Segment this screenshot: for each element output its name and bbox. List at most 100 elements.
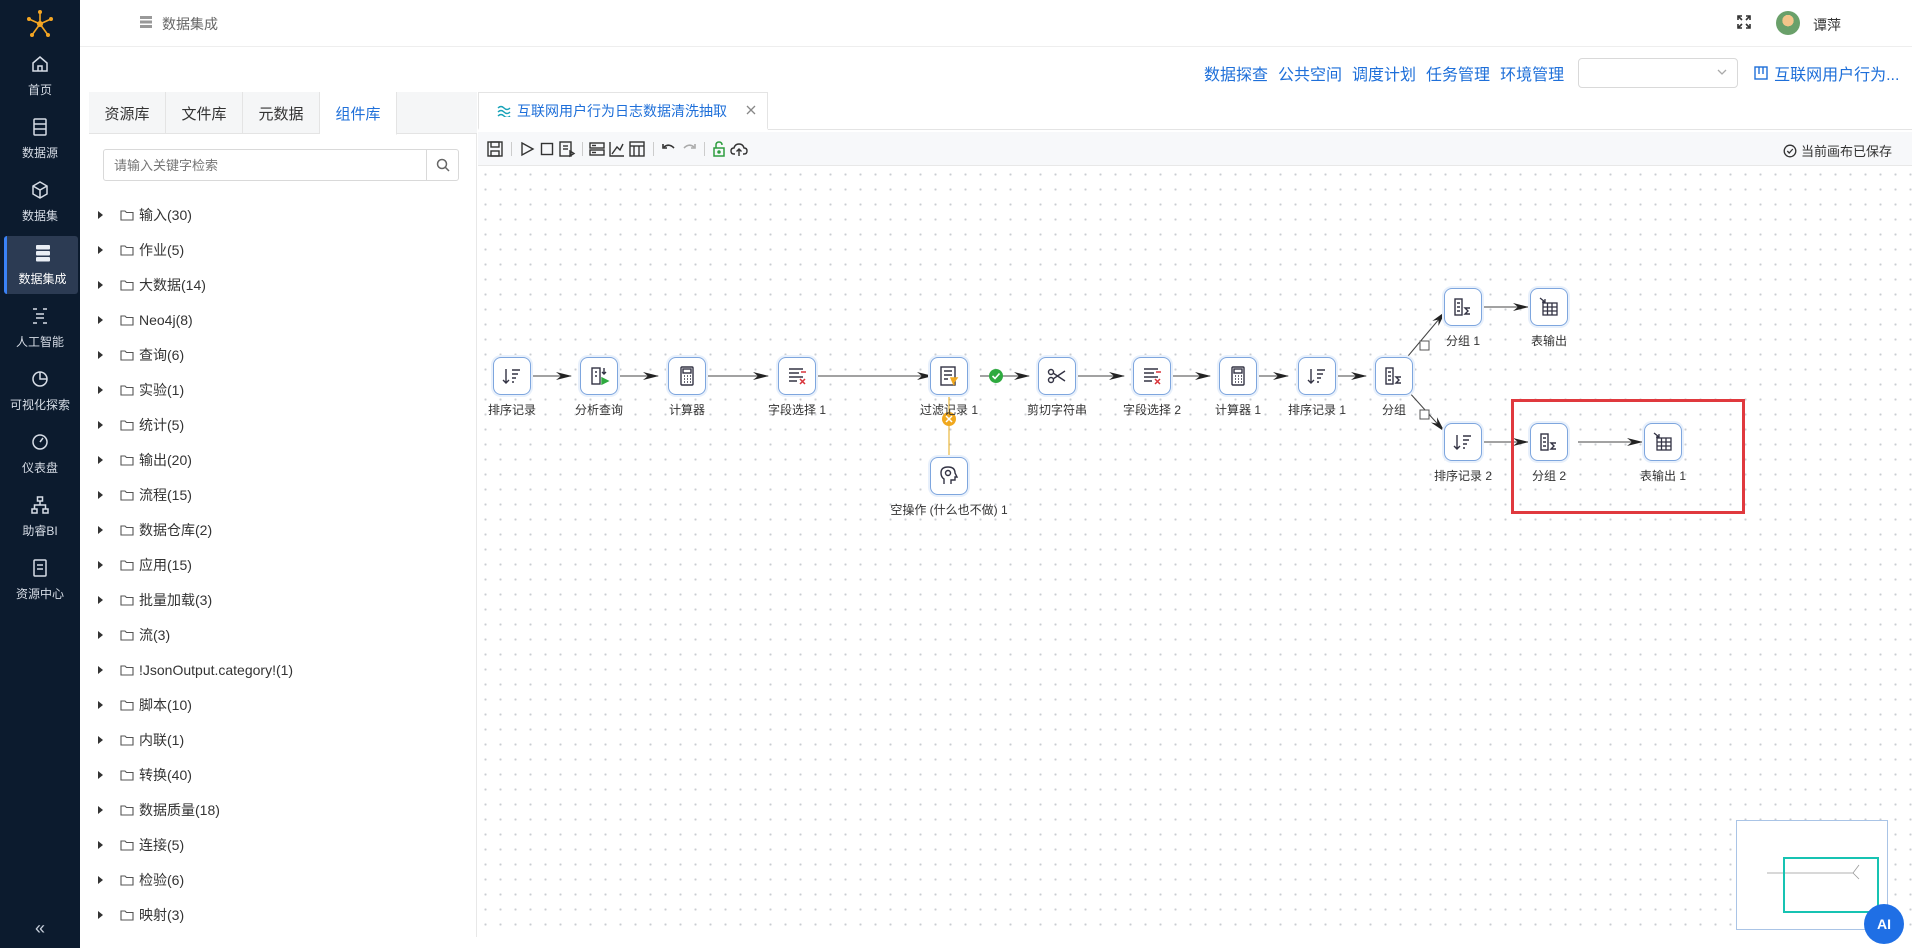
environment-select[interactable] bbox=[1578, 58, 1739, 88]
tab-component-library[interactable]: 组件库 bbox=[320, 92, 397, 135]
node-sort-records-2[interactable] bbox=[1444, 423, 1482, 461]
caret-right-icon[interactable] bbox=[98, 315, 103, 324]
logo-icon[interactable] bbox=[24, 8, 56, 40]
tree-item[interactable]: 统计(5) bbox=[89, 407, 477, 442]
caret-right-icon[interactable] bbox=[98, 735, 103, 744]
caret-right-icon[interactable] bbox=[98, 665, 103, 674]
node-dummy[interactable] bbox=[930, 457, 968, 495]
user-name[interactable]: 谭萍 bbox=[1813, 15, 1841, 35]
caret-right-icon[interactable] bbox=[98, 875, 103, 884]
nav-item-bi[interactable]: 助睿BI bbox=[0, 488, 80, 546]
nav-item-ai[interactable]: 人工智能 bbox=[0, 299, 80, 357]
caret-right-icon[interactable] bbox=[98, 560, 103, 569]
tree-item[interactable]: 输入(30) bbox=[89, 197, 477, 232]
tree-item[interactable]: 检验(6) bbox=[89, 862, 477, 897]
nav-item-datasource[interactable]: 数据源 bbox=[0, 110, 80, 168]
undo-icon[interactable] bbox=[660, 140, 678, 158]
tab-metadata[interactable]: 元数据 bbox=[243, 92, 320, 134]
tree-item[interactable]: 流(3) bbox=[89, 617, 477, 652]
tree-item[interactable]: 转换(40) bbox=[89, 757, 477, 792]
nav-item-dataset[interactable]: 数据集 bbox=[0, 173, 80, 231]
link-data-explore[interactable]: 数据探查 bbox=[1204, 61, 1268, 85]
node-calculator-1[interactable] bbox=[1219, 357, 1257, 395]
avatar[interactable] bbox=[1776, 11, 1800, 35]
close-icon[interactable] bbox=[745, 104, 757, 116]
fullscreen-icon[interactable] bbox=[1736, 14, 1752, 30]
link-env-management[interactable]: 环境管理 bbox=[1500, 61, 1564, 85]
node-analytic-query[interactable] bbox=[580, 357, 618, 395]
menu-icon[interactable] bbox=[140, 16, 152, 28]
caret-right-icon[interactable] bbox=[98, 245, 103, 254]
node-calculator[interactable] bbox=[668, 357, 706, 395]
tree-item[interactable]: 数据仓库(2) bbox=[89, 512, 477, 547]
tree-item[interactable]: !JsonOutput.category!(1) bbox=[89, 652, 477, 687]
tree-item[interactable]: 批量加载(3) bbox=[89, 582, 477, 617]
tab-repository[interactable]: 资源库 bbox=[89, 92, 166, 134]
node-group-by-1[interactable] bbox=[1444, 288, 1482, 326]
caret-right-icon[interactable] bbox=[98, 805, 103, 814]
grid-icon[interactable] bbox=[628, 140, 646, 158]
collapse-sidebar-button[interactable]: « bbox=[0, 908, 80, 948]
nav-item-home[interactable]: 首页 bbox=[0, 47, 80, 105]
preview-icon[interactable] bbox=[558, 140, 576, 158]
tree-item[interactable]: 实验(1) bbox=[89, 372, 477, 407]
link-schedule-plan[interactable]: 调度计划 bbox=[1352, 61, 1416, 85]
node-select-fields-1[interactable] bbox=[778, 357, 816, 395]
caret-right-icon[interactable] bbox=[98, 595, 103, 604]
caret-right-icon[interactable] bbox=[98, 420, 103, 429]
nav-item-data-integration[interactable]: 数据集成 bbox=[4, 236, 78, 294]
stop-icon[interactable] bbox=[538, 140, 556, 158]
tree-item[interactable]: 应用(15) bbox=[89, 547, 477, 582]
project-link[interactable]: 互联网用户行为... bbox=[1754, 61, 1899, 85]
caret-right-icon[interactable] bbox=[98, 455, 103, 464]
tab-file-library[interactable]: 文件库 bbox=[166, 92, 243, 134]
node-filter-rows-1[interactable] bbox=[930, 357, 968, 395]
save-icon[interactable] bbox=[486, 140, 504, 158]
caret-right-icon[interactable] bbox=[98, 840, 103, 849]
link-task-management[interactable]: 任务管理 bbox=[1426, 61, 1490, 85]
hop-line[interactable] bbox=[1402, 311, 1446, 363]
caret-right-icon[interactable] bbox=[98, 910, 103, 919]
caret-right-icon[interactable] bbox=[98, 630, 103, 639]
caret-right-icon[interactable] bbox=[98, 700, 103, 709]
tree-item[interactable]: 映射(3) bbox=[89, 897, 477, 932]
tree-item[interactable]: 连接(5) bbox=[89, 827, 477, 862]
tree-item[interactable]: 查询(6) bbox=[89, 337, 477, 372]
redo-icon[interactable] bbox=[680, 140, 698, 158]
cloud-upload-icon[interactable] bbox=[730, 140, 748, 158]
node-table-output[interactable] bbox=[1530, 288, 1568, 326]
caret-right-icon[interactable] bbox=[98, 770, 103, 779]
tree-item[interactable]: Neo4j(8) bbox=[89, 302, 477, 337]
caret-right-icon[interactable] bbox=[98, 350, 103, 359]
tree-item[interactable]: 数据质量(18) bbox=[89, 792, 477, 827]
caret-right-icon[interactable] bbox=[98, 525, 103, 534]
nav-item-dashboard[interactable]: 仪表盘 bbox=[0, 425, 80, 483]
ai-assistant-button[interactable]: AI bbox=[1864, 904, 1904, 944]
caret-right-icon[interactable] bbox=[98, 210, 103, 219]
minimap-viewport[interactable] bbox=[1783, 857, 1879, 913]
run-icon[interactable] bbox=[518, 140, 536, 158]
caret-right-icon[interactable] bbox=[98, 490, 103, 499]
impact-analysis-icon[interactable] bbox=[608, 140, 626, 158]
node-group-by[interactable] bbox=[1375, 357, 1413, 395]
minimap[interactable] bbox=[1736, 820, 1888, 930]
tree-item[interactable]: 大数据(14) bbox=[89, 267, 477, 302]
node-sort-records[interactable] bbox=[493, 357, 531, 395]
check-sql-icon[interactable] bbox=[588, 140, 606, 158]
unlock-icon[interactable] bbox=[710, 140, 728, 158]
flow-canvas[interactable]: 排序记录 分析查询 计算器 字段选择 1 过滤记录 1 剪切字符串 字段选择 2… bbox=[478, 167, 1912, 937]
node-select-fields-2[interactable] bbox=[1133, 357, 1171, 395]
caret-right-icon[interactable] bbox=[98, 385, 103, 394]
node-sort-records-1[interactable] bbox=[1298, 357, 1336, 395]
tree-item[interactable]: 输出(20) bbox=[89, 442, 477, 477]
tree-item[interactable]: 内联(1) bbox=[89, 722, 477, 757]
nav-item-visual-explore[interactable]: 可视化探索 bbox=[0, 362, 80, 420]
tree-item[interactable]: 脚本(10) bbox=[89, 687, 477, 722]
search-input[interactable] bbox=[104, 150, 424, 180]
link-public-space[interactable]: 公共空间 bbox=[1278, 61, 1342, 85]
tree-item[interactable]: 作业(5) bbox=[89, 232, 477, 267]
nav-item-resource-center[interactable]: 资源中心 bbox=[0, 551, 80, 609]
tree-item[interactable]: 流程(15) bbox=[89, 477, 477, 512]
canvas-tab[interactable]: 互联网用户行为日志数据清洗抽取 bbox=[478, 92, 768, 130]
caret-right-icon[interactable] bbox=[98, 280, 103, 289]
